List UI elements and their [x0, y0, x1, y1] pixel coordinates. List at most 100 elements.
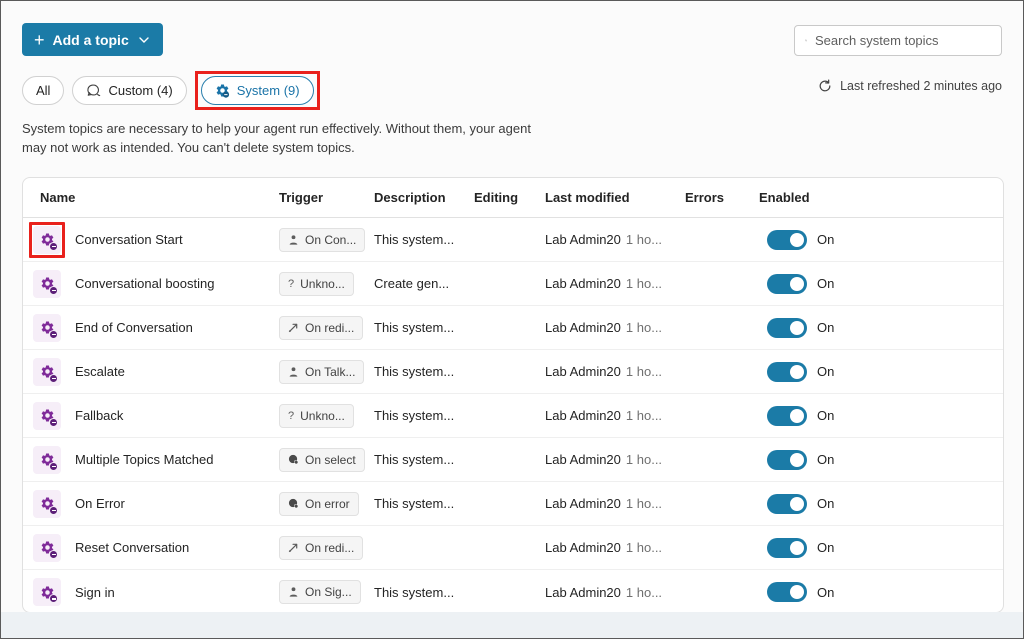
add-topic-button[interactable]: + Add a topic — [22, 23, 163, 56]
toggle-knob — [790, 408, 804, 423]
modified-time: 1 ho... — [625, 452, 663, 467]
filter-all[interactable]: All — [22, 76, 65, 105]
enabled-toggle[interactable] — [767, 449, 807, 470]
enabled-toggle[interactable] — [767, 405, 807, 426]
trigger-chip[interactable]: ? Unkno... — [279, 271, 354, 296]
enabled-toggle[interactable] — [767, 229, 807, 250]
modified-time: 1 ho... — [625, 364, 663, 379]
search-box[interactable] — [794, 25, 1002, 56]
system-topic-gear-icon — [33, 269, 61, 298]
modified-time: 1 ho... — [625, 496, 663, 511]
modified-by: Lab Admin20 — [545, 408, 621, 423]
toggle-knob — [790, 452, 804, 467]
column-trigger[interactable]: Trigger — [279, 190, 374, 205]
table-row[interactable]: End of Conversation ? On redi... This sy… — [23, 306, 1003, 350]
modified-time: 1 ho... — [625, 232, 663, 247]
trigger-cell: ? On Talk... — [279, 359, 374, 384]
column-name[interactable]: Name — [23, 190, 279, 205]
topic-name-cell[interactable]: On Error — [23, 486, 279, 522]
table-row[interactable]: Reset Conversation ? On redi... Lab Admi… — [23, 526, 1003, 570]
enabled-cell: On — [759, 229, 1003, 250]
redirect-trigger-icon — [288, 322, 299, 333]
trigger-cell: ? On Con... — [279, 227, 374, 252]
toggle-knob — [790, 320, 804, 335]
table-row[interactable]: Escalate ? On Talk... This system... Lab… — [23, 350, 1003, 394]
trigger-chip[interactable]: ? On redi... — [279, 315, 364, 340]
topic-name: Reset Conversation — [75, 540, 190, 555]
table-body: Conversation Start ? On Con... This syst… — [23, 218, 1003, 612]
enabled-toggle[interactable] — [767, 273, 807, 294]
enabled-cell: On — [759, 317, 1003, 338]
table-row[interactable]: Sign in ? On Sig... This system... Lab A… — [23, 570, 1003, 612]
system-topic-gear-icon — [33, 445, 61, 474]
enabled-label: On — [817, 540, 835, 555]
column-last-modified[interactable]: Last modified — [545, 190, 685, 205]
trigger-chip[interactable]: ? On Sig... — [279, 580, 361, 604]
person-trigger-icon — [288, 586, 299, 598]
add-topic-label: Add a topic — [52, 31, 129, 48]
column-enabled[interactable]: Enabled — [759, 190, 1003, 205]
trigger-label: On error — [305, 496, 350, 511]
topic-name-cell[interactable]: Multiple Topics Matched — [23, 442, 279, 478]
table-header: Name Trigger Description Editing Last mo… — [23, 178, 1003, 218]
trigger-chip[interactable]: ? On error — [279, 491, 359, 516]
trigger-cell: ? On Sig... — [279, 580, 374, 604]
enabled-toggle[interactable] — [767, 361, 807, 382]
topic-name-cell[interactable]: Fallback — [23, 398, 279, 434]
table-row[interactable]: On Error ? On error This system... Lab A… — [23, 482, 1003, 526]
refresh-status[interactable]: Last refreshed 2 minutes ago — [818, 79, 1002, 93]
last-modified-cell: Lab Admin20 1 ho... — [545, 540, 685, 555]
topic-name-cell[interactable]: Reset Conversation — [23, 530, 279, 566]
trigger-label: On select — [305, 452, 356, 467]
filter-custom[interactable]: Custom (4) — [72, 76, 187, 105]
enabled-toggle[interactable] — [767, 582, 807, 602]
topic-name-cell[interactable]: End of Conversation — [23, 310, 279, 346]
table-row[interactable]: Conversational boosting ? Unkno... Creat… — [23, 262, 1003, 306]
column-description[interactable]: Description — [374, 190, 474, 205]
refresh-label: Last refreshed 2 minutes ago — [840, 79, 1002, 93]
table-row[interactable]: Conversation Start ? On Con... This syst… — [23, 218, 1003, 262]
gear-badge — [49, 285, 58, 295]
topic-name-cell[interactable]: Conversational boosting — [23, 266, 279, 302]
enabled-toggle[interactable] — [767, 493, 807, 514]
trigger-chip[interactable]: ? On redi... — [279, 535, 364, 560]
topic-description: This system... — [374, 364, 455, 379]
topic-name-cell[interactable]: Escalate — [23, 354, 279, 390]
trigger-cell: ? On select — [279, 447, 374, 472]
trigger-chip[interactable]: ? On Talk... — [279, 359, 365, 384]
annotation-box-topic-icon — [29, 442, 65, 478]
search-input[interactable] — [815, 33, 991, 48]
modified-time: 1 ho... — [625, 540, 663, 555]
trigger-chip[interactable]: ? Unkno... — [279, 403, 354, 428]
table-row[interactable]: Fallback ? Unkno... This system... Lab A… — [23, 394, 1003, 438]
modified-by: Lab Admin20 — [545, 320, 621, 335]
last-modified-cell: Lab Admin20 1 ho... — [545, 452, 685, 467]
enabled-toggle[interactable] — [767, 317, 807, 338]
annotation-box-system-filter: System (9) — [194, 71, 320, 110]
topic-description: This system... — [374, 584, 455, 600]
topic-name-cell[interactable]: Conversation Start — [23, 221, 279, 258]
last-modified-cell: Lab Admin20 1 ho... — [545, 496, 685, 511]
trigger-chip[interactable]: ? On Con... — [279, 227, 366, 252]
modified-time: 1 ho... — [625, 276, 663, 291]
system-topic-gear-icon — [33, 313, 61, 342]
enabled-label: On — [817, 452, 835, 467]
column-editing[interactable]: Editing — [474, 190, 545, 205]
topics-table: Name Trigger Description Editing Last mo… — [22, 177, 1004, 613]
annotation-box-topic-icon — [29, 221, 65, 258]
event-trigger-icon — [288, 498, 299, 509]
enabled-toggle[interactable] — [767, 537, 807, 558]
enabled-label: On — [817, 584, 835, 600]
bottom-strip — [1, 612, 1023, 638]
trigger-label: Unkno... — [300, 408, 345, 423]
trigger-cell: ? On error — [279, 491, 374, 516]
topic-description: This system... — [374, 408, 455, 423]
enabled-label: On — [817, 496, 835, 511]
system-topic-gear-icon — [33, 401, 61, 430]
gear-badge — [49, 417, 58, 427]
table-row[interactable]: Multiple Topics Matched ? On select This… — [23, 438, 1003, 482]
topic-name-cell[interactable]: Sign in — [23, 574, 279, 610]
column-errors[interactable]: Errors — [685, 190, 759, 205]
trigger-chip[interactable]: ? On select — [279, 447, 365, 472]
filter-system[interactable]: System (9) — [200, 76, 314, 105]
